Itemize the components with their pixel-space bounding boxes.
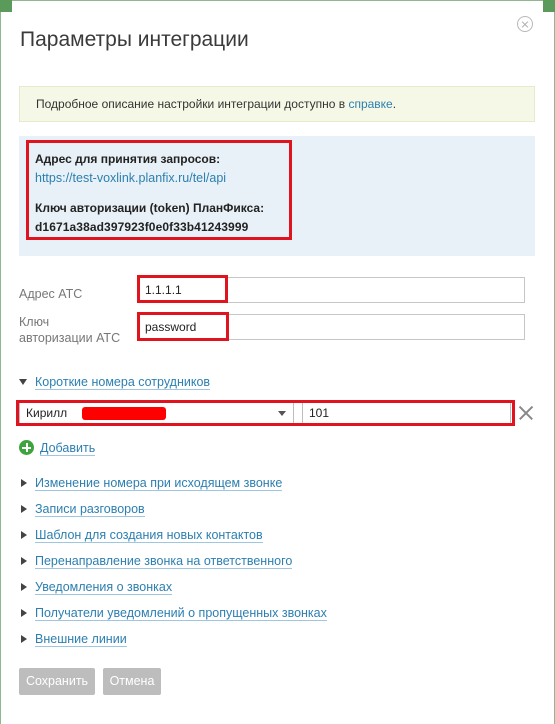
ats-key-label-line2: авторизации АТС (19, 331, 121, 345)
short-numbers-toggle[interactable]: Короткие номера сотрудников (35, 375, 211, 390)
add-icon[interactable] (19, 440, 34, 455)
section-contact-template[interactable]: Шаблон для создания новых контактов (35, 528, 263, 543)
remove-row-icon[interactable] (517, 404, 535, 422)
ats-key-label: Ключ авторизации АТС (19, 314, 120, 346)
expand-right-icon[interactable] (21, 479, 27, 487)
expand-down-icon[interactable] (19, 379, 27, 385)
section-external-lines[interactable]: Внешние линии (35, 632, 127, 647)
expand-right-icon[interactable] (21, 557, 27, 565)
endpoint-panel: Адрес для принятия запросов: https://tes… (19, 136, 535, 256)
ats-address-highlight (137, 275, 228, 303)
frame-corner-left (0, 0, 12, 12)
section-call-records[interactable]: Записи разговоров (35, 502, 145, 517)
expand-right-icon[interactable] (21, 583, 27, 591)
add-button[interactable]: Добавить (40, 441, 96, 456)
expand-right-icon[interactable] (21, 635, 27, 643)
ats-key-label-line1: Ключ (19, 315, 50, 329)
address-label: Адрес для принятия запросов: (35, 152, 221, 166)
save-button[interactable]: Сохранить (19, 668, 95, 695)
section-missed-call-recipients[interactable]: Получатели уведомлений о пропущенных зво… (35, 606, 327, 621)
token-label: Ключ авторизации (token) ПланФикса: (35, 201, 265, 215)
frame-corner-right (543, 0, 555, 12)
ats-address-label: Адрес АТС (19, 287, 83, 301)
info-text: Подробное описание настройки интеграции … (36, 97, 349, 111)
employee-row-highlight (16, 400, 515, 426)
section-call-notifications[interactable]: Уведомления о звонках (35, 580, 173, 595)
info-banner: Подробное описание настройки интеграции … (19, 86, 535, 122)
expand-right-icon[interactable] (21, 505, 27, 513)
section-number-change[interactable]: Изменение номера при исходящем звонке (35, 476, 283, 491)
info-tail: . (392, 97, 397, 111)
cancel-button[interactable]: Отмена (103, 668, 161, 695)
expand-right-icon[interactable] (21, 609, 27, 617)
help-link[interactable]: справке (348, 97, 392, 111)
close-icon[interactable] (517, 16, 533, 32)
dialog-title: Параметры интеграции (20, 28, 249, 51)
token-value: d1671a38ad397923f0e0f33b41243999 (35, 220, 249, 234)
expand-right-icon[interactable] (21, 531, 27, 539)
ats-key-highlight (137, 312, 229, 341)
section-call-redirect[interactable]: Перенаправление звонка на ответственного (35, 554, 293, 569)
address-url[interactable]: https://test-voxlink.planfix.ru/tel/api (35, 171, 226, 185)
